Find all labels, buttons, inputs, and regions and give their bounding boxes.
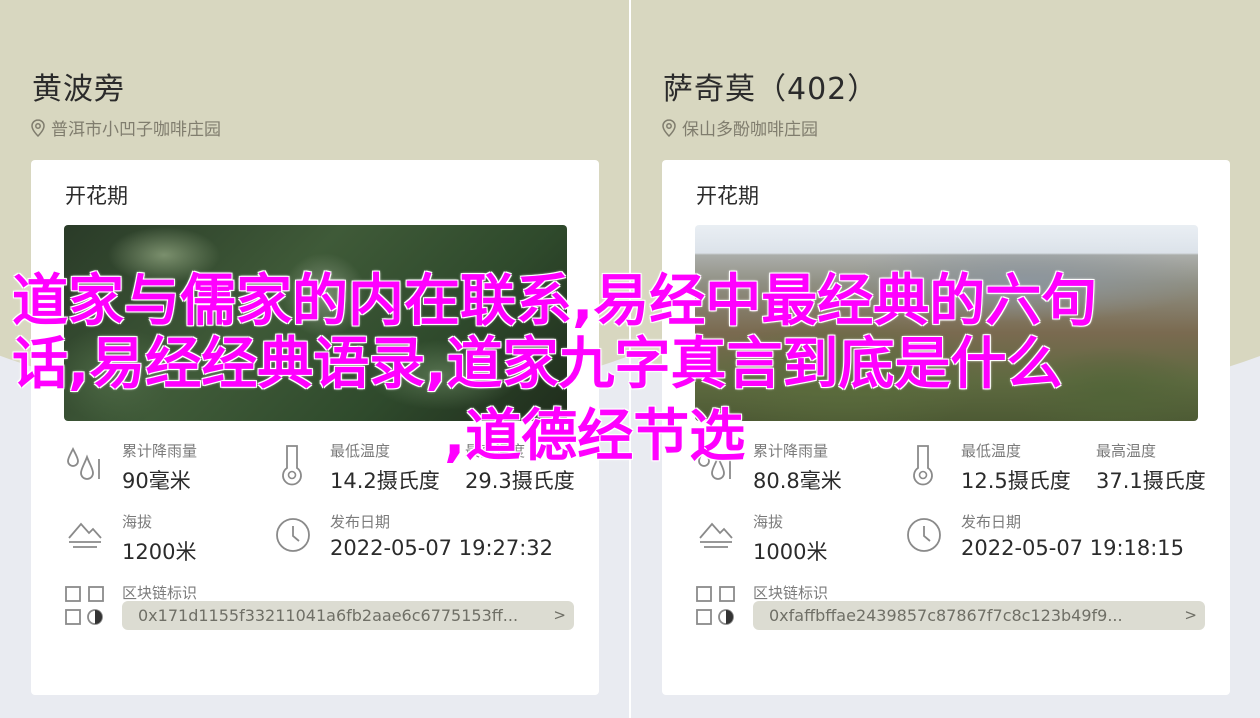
blockchain-icon: [65, 586, 104, 625]
section-title: 开花期: [696, 184, 759, 208]
publish-date-value: 2022-05-07 19:18:15: [961, 536, 1185, 560]
chevron-right-icon: >: [553, 606, 566, 624]
max-temp-label: 最高温度: [465, 442, 526, 460]
flowering-card: 开花期 累计降雨量 90毫米 最低温度 14.2摄氏度 最高温度 29.3摄氏度: [31, 160, 599, 695]
product-panel-left: 黄波旁 普洱市小凹子咖啡庄园 开花期 累计降雨量 90毫米 最低温度 14.2摄…: [0, 0, 629, 718]
chevron-right-icon: >: [1184, 606, 1197, 624]
stat-chain-id: 区块链标识: [753, 582, 828, 603]
flowering-card: 开花期 累计降雨量 80.8毫米 最低温度 12.5摄氏度 最高温度 37.1摄…: [662, 160, 1230, 695]
stat-rainfall: 累计降雨量 90毫米: [122, 440, 197, 495]
altitude-label: 海拔: [122, 513, 153, 531]
publish-date-label: 发布日期: [330, 513, 391, 531]
location-text: 保山多酚咖啡庄园: [682, 120, 818, 140]
product-panel-right: 萨奇莫（402） 保山多酚咖啡庄园 开花期 累计降雨量 80.8毫米 最低温度 …: [631, 0, 1260, 718]
stat-max-temp: 最高温度 37.1摄氏度: [1096, 440, 1206, 495]
location-row: 普洱市小凹子咖啡庄园: [30, 115, 221, 140]
stat-publish-date: 发布日期 2022-05-07 19:27:32: [330, 511, 553, 560]
min-temp-value: 14.2摄氏度: [330, 469, 440, 493]
thermometer-icon: [282, 445, 302, 486]
stat-rainfall: 累计降雨量 80.8毫米: [753, 440, 842, 495]
min-temp-label: 最低温度: [330, 442, 391, 460]
rainfall-label: 累计降雨量: [753, 442, 829, 460]
stat-max-temp: 最高温度 29.3摄氏度: [465, 440, 575, 495]
publish-date-label: 发布日期: [961, 513, 1022, 531]
mountain-icon: [699, 522, 733, 548]
raindrops-icon: [67, 446, 100, 480]
stat-altitude: 海拔 1000米: [753, 511, 827, 566]
stat-publish-date: 发布日期 2022-05-07 19:18:15: [961, 511, 1184, 560]
location-pin-icon: [31, 118, 45, 137]
publish-date-value: 2022-05-07 19:27:32: [330, 536, 554, 560]
mountain-icon: [68, 522, 102, 548]
raindrops-icon: [698, 446, 731, 480]
location-row: 保山多酚咖啡庄园: [661, 115, 818, 140]
stat-min-temp: 最低温度 14.2摄氏度: [330, 440, 440, 495]
flowering-photo: [695, 225, 1198, 421]
max-temp-value: 37.1摄氏度: [1096, 469, 1206, 493]
min-temp-value: 12.5摄氏度: [961, 469, 1071, 493]
chain-id-link[interactable]: 0xfaffbffae2439857c87867f7c8c123b49f9...…: [753, 601, 1205, 630]
chain-id-value: 0x171d1155f33211041a6fb2aae6c6775153ff..…: [138, 606, 519, 625]
max-temp-value: 29.3摄氏度: [465, 469, 575, 493]
chain-id-value: 0xfaffbffae2439857c87867f7c8c123b49f9...: [769, 606, 1123, 625]
chain-id-label: 区块链标识: [122, 584, 198, 602]
altitude-label: 海拔: [753, 513, 784, 531]
stat-chain-id: 区块链标识: [122, 582, 197, 603]
location-text: 普洱市小凹子咖啡庄园: [51, 120, 221, 140]
clock-icon: [907, 518, 941, 552]
product-title: 萨奇莫（402）: [663, 72, 879, 107]
rainfall-value: 80.8毫米: [753, 469, 842, 493]
location-pin-icon: [662, 118, 676, 137]
section-title: 开花期: [65, 184, 128, 208]
min-temp-label: 最低温度: [961, 442, 1022, 460]
blockchain-icon: [696, 586, 735, 625]
thermometer-icon: [913, 445, 933, 486]
rainfall-label: 累计降雨量: [122, 442, 198, 460]
altitude-value: 1000米: [753, 540, 828, 564]
altitude-value: 1200米: [122, 540, 197, 564]
clock-icon: [276, 518, 310, 552]
product-title: 黄波旁: [32, 72, 125, 107]
stat-min-temp: 最低温度 12.5摄氏度: [961, 440, 1071, 495]
stat-altitude: 海拔 1200米: [122, 511, 196, 566]
rainfall-value: 90毫米: [122, 469, 191, 493]
chain-id-label: 区块链标识: [753, 584, 829, 602]
flowering-photo: [64, 225, 567, 421]
chain-id-link[interactable]: 0x171d1155f33211041a6fb2aae6c6775153ff..…: [122, 601, 574, 630]
max-temp-label: 最高温度: [1096, 442, 1157, 460]
